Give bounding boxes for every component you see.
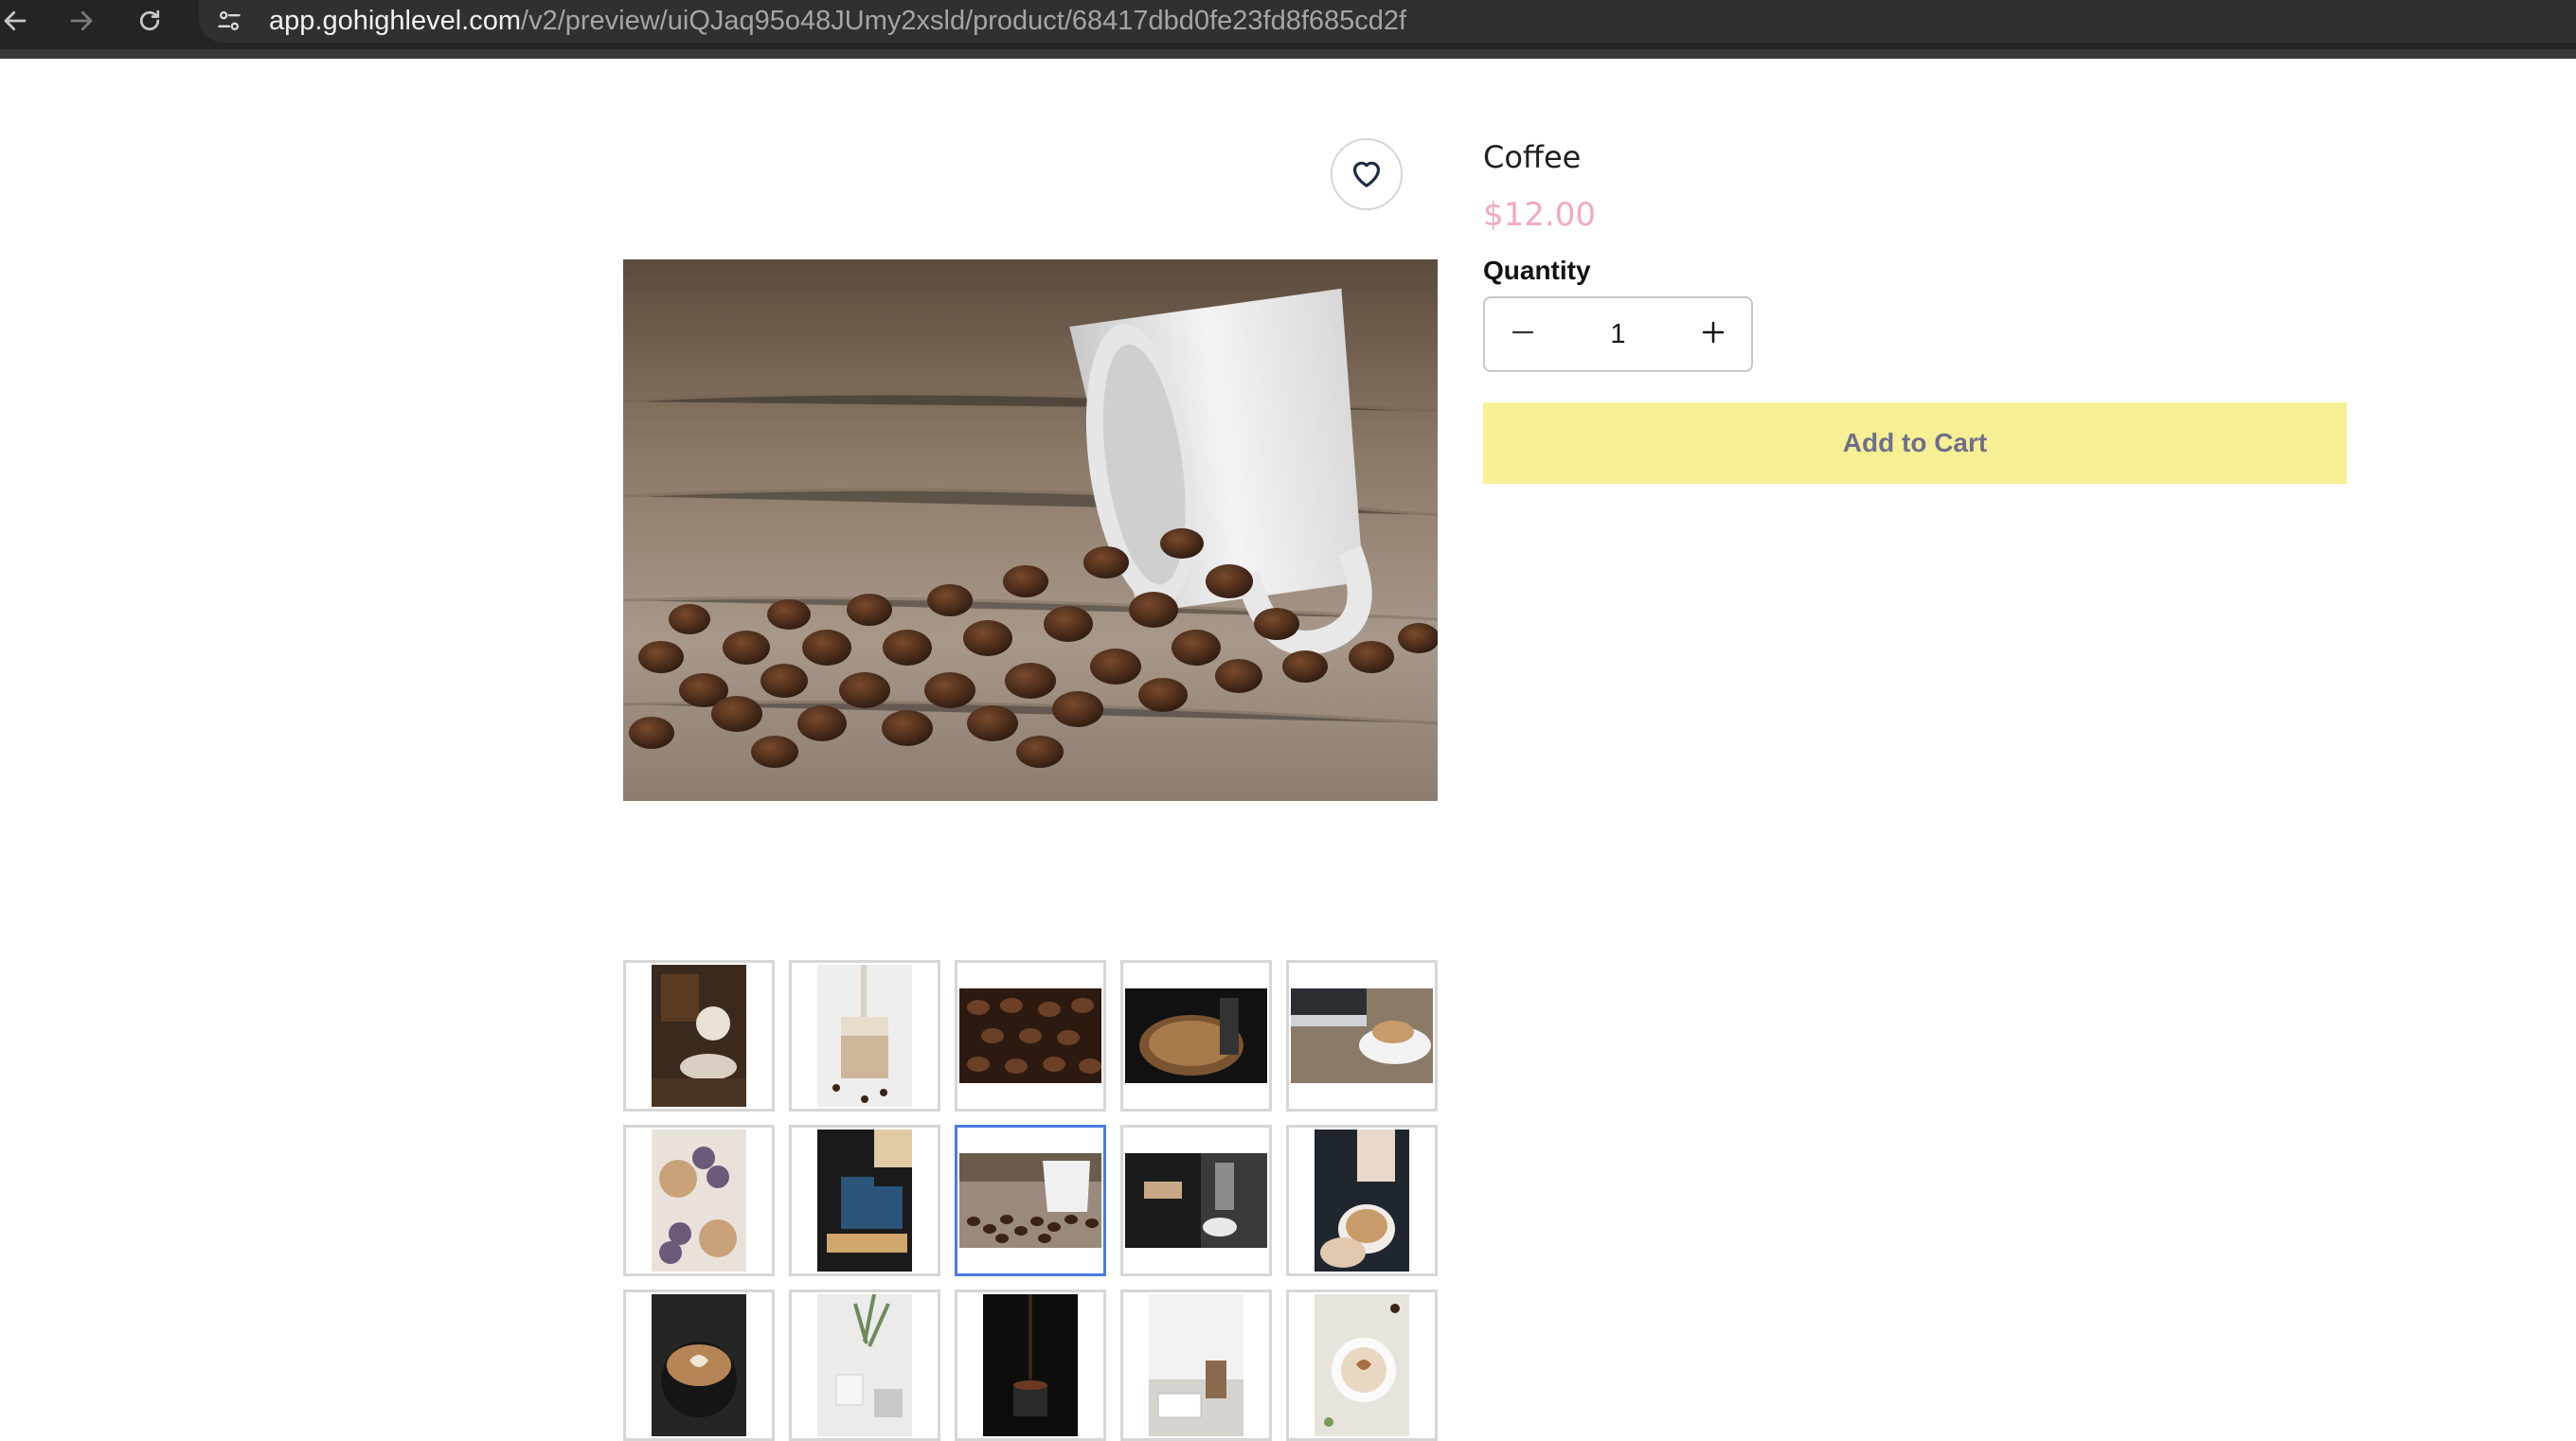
- plus-icon: [1699, 318, 1727, 351]
- quantity-label: Quantity: [1483, 256, 1591, 285]
- browser-toolbar: app.gohighlevel.com/v2/preview/uiQJaq95o…: [0, 0, 2576, 59]
- thumbnail[interactable]: [1120, 1290, 1272, 1441]
- arrow-left-icon[interactable]: [0, 4, 32, 38]
- thumbnail-grid: [623, 960, 1438, 1441]
- wishlist-button[interactable]: [1331, 138, 1403, 210]
- url-text[interactable]: app.gohighlevel.com/v2/preview/uiQJaq95o…: [269, 5, 1406, 37]
- quantity-input[interactable]: 1: [1561, 298, 1675, 370]
- decrement-button[interactable]: [1485, 298, 1561, 370]
- thumbnail[interactable]: [955, 960, 1106, 1112]
- reload-icon[interactable]: [133, 4, 167, 38]
- thumbnail[interactable]: [1286, 1125, 1438, 1276]
- thumbnail[interactable]: [789, 1290, 940, 1441]
- main-product-image[interactable]: [623, 259, 1438, 801]
- thumbnail[interactable]: [623, 1125, 775, 1276]
- url-path: /v2/preview/uiQJaq95o48JUmy2xsld/product…: [521, 6, 1407, 36]
- address-bar[interactable]: app.gohighlevel.com/v2/preview/uiQJaq95o…: [199, 0, 2576, 43]
- thumbnail[interactable]: [1120, 1125, 1272, 1276]
- thumbnail[interactable]: [623, 960, 775, 1112]
- thumbnail[interactable]: [1286, 1290, 1438, 1441]
- thumbnail[interactable]: [789, 1125, 940, 1276]
- thumbnail[interactable]: [789, 960, 940, 1112]
- thumbnail[interactable]: [955, 1290, 1106, 1441]
- arrow-right-icon[interactable]: [64, 4, 98, 38]
- heart-icon: [1348, 153, 1386, 196]
- quantity-stepper: 1: [1483, 296, 1753, 372]
- add-to-cart-button[interactable]: Add to Cart: [1483, 402, 2347, 484]
- minus-icon: [1509, 318, 1537, 351]
- thumbnail[interactable]: [1286, 960, 1438, 1112]
- thumbnail[interactable]: [1120, 960, 1272, 1112]
- thumbnail[interactable]: [623, 1290, 775, 1441]
- product-price: $12.00: [1483, 196, 1596, 234]
- product-title: Coffee: [1483, 139, 1582, 175]
- increment-button[interactable]: [1675, 298, 1751, 370]
- tune-icon[interactable]: [212, 4, 246, 38]
- url-host: app.gohighlevel.com: [269, 6, 522, 36]
- thumbnail-selected[interactable]: [955, 1125, 1106, 1276]
